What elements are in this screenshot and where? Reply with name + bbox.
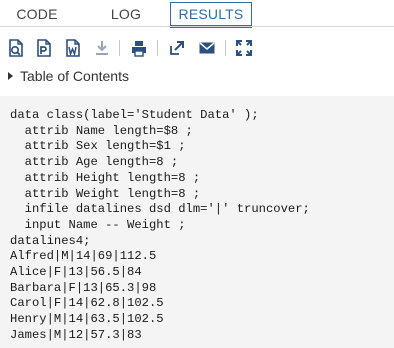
email-icon[interactable] [197,38,217,58]
tab-log[interactable]: LOG [100,3,152,25]
code-output-block: data class(label='Student Data' ); attri… [0,96,394,348]
code-line: attrib Name length=$8 ; [10,123,193,138]
download-pdf-icon[interactable] [34,38,54,58]
table-of-contents-toggle[interactable]: Table of Contents [8,68,129,86]
toolbar-separator [225,40,226,56]
table-of-contents-label: Table of Contents [20,68,129,84]
tab-bar: CODE LOG RESULTS [0,0,394,28]
code-line: Henry|M|14|63.5|102.5 [10,312,164,327]
code-line: datalines4; [10,233,91,248]
code-lines: data class(label='Student Data' ); attri… [10,108,310,344]
results-toolbar [0,34,394,62]
open-new-window-icon[interactable] [167,38,187,58]
code-line: attrib Sex length=$1 ; [10,139,186,154]
print-icon[interactable] [129,38,149,58]
code-line: data class(label='Student Data' ); [10,108,259,122]
code-line: Barbara|F|13|65.3|98 [10,280,157,295]
tab-bar-divider [0,26,394,27]
toolbar-separator [119,40,120,56]
download-icon[interactable] [92,38,112,58]
expand-icon[interactable] [234,38,254,58]
code-line: Alice|F|13|56.5|84 [10,265,142,280]
code-line: Alfred|M|14|69|112.5 [10,249,157,264]
download-html-icon[interactable] [6,38,26,58]
expand-triangle-icon [8,72,13,80]
code-line: James|M|12|57.3|83 [10,327,142,342]
code-line: infile datalines dsd dlm='|' truncover; [10,202,310,217]
code-line: attrib Weight length=8 ; [10,186,201,201]
tab-code[interactable]: CODE [8,3,66,25]
download-rtf-icon[interactable] [63,38,83,58]
code-line: Carol|F|14|62.8|102.5 [10,296,164,311]
tab-results[interactable]: RESULTS [170,2,252,28]
code-line: input Name -- Weight ; [10,217,186,232]
code-line: attrib Age length=8 ; [10,155,179,170]
code-line: attrib Height length=8 ; [10,170,201,185]
toolbar-separator [157,40,158,56]
